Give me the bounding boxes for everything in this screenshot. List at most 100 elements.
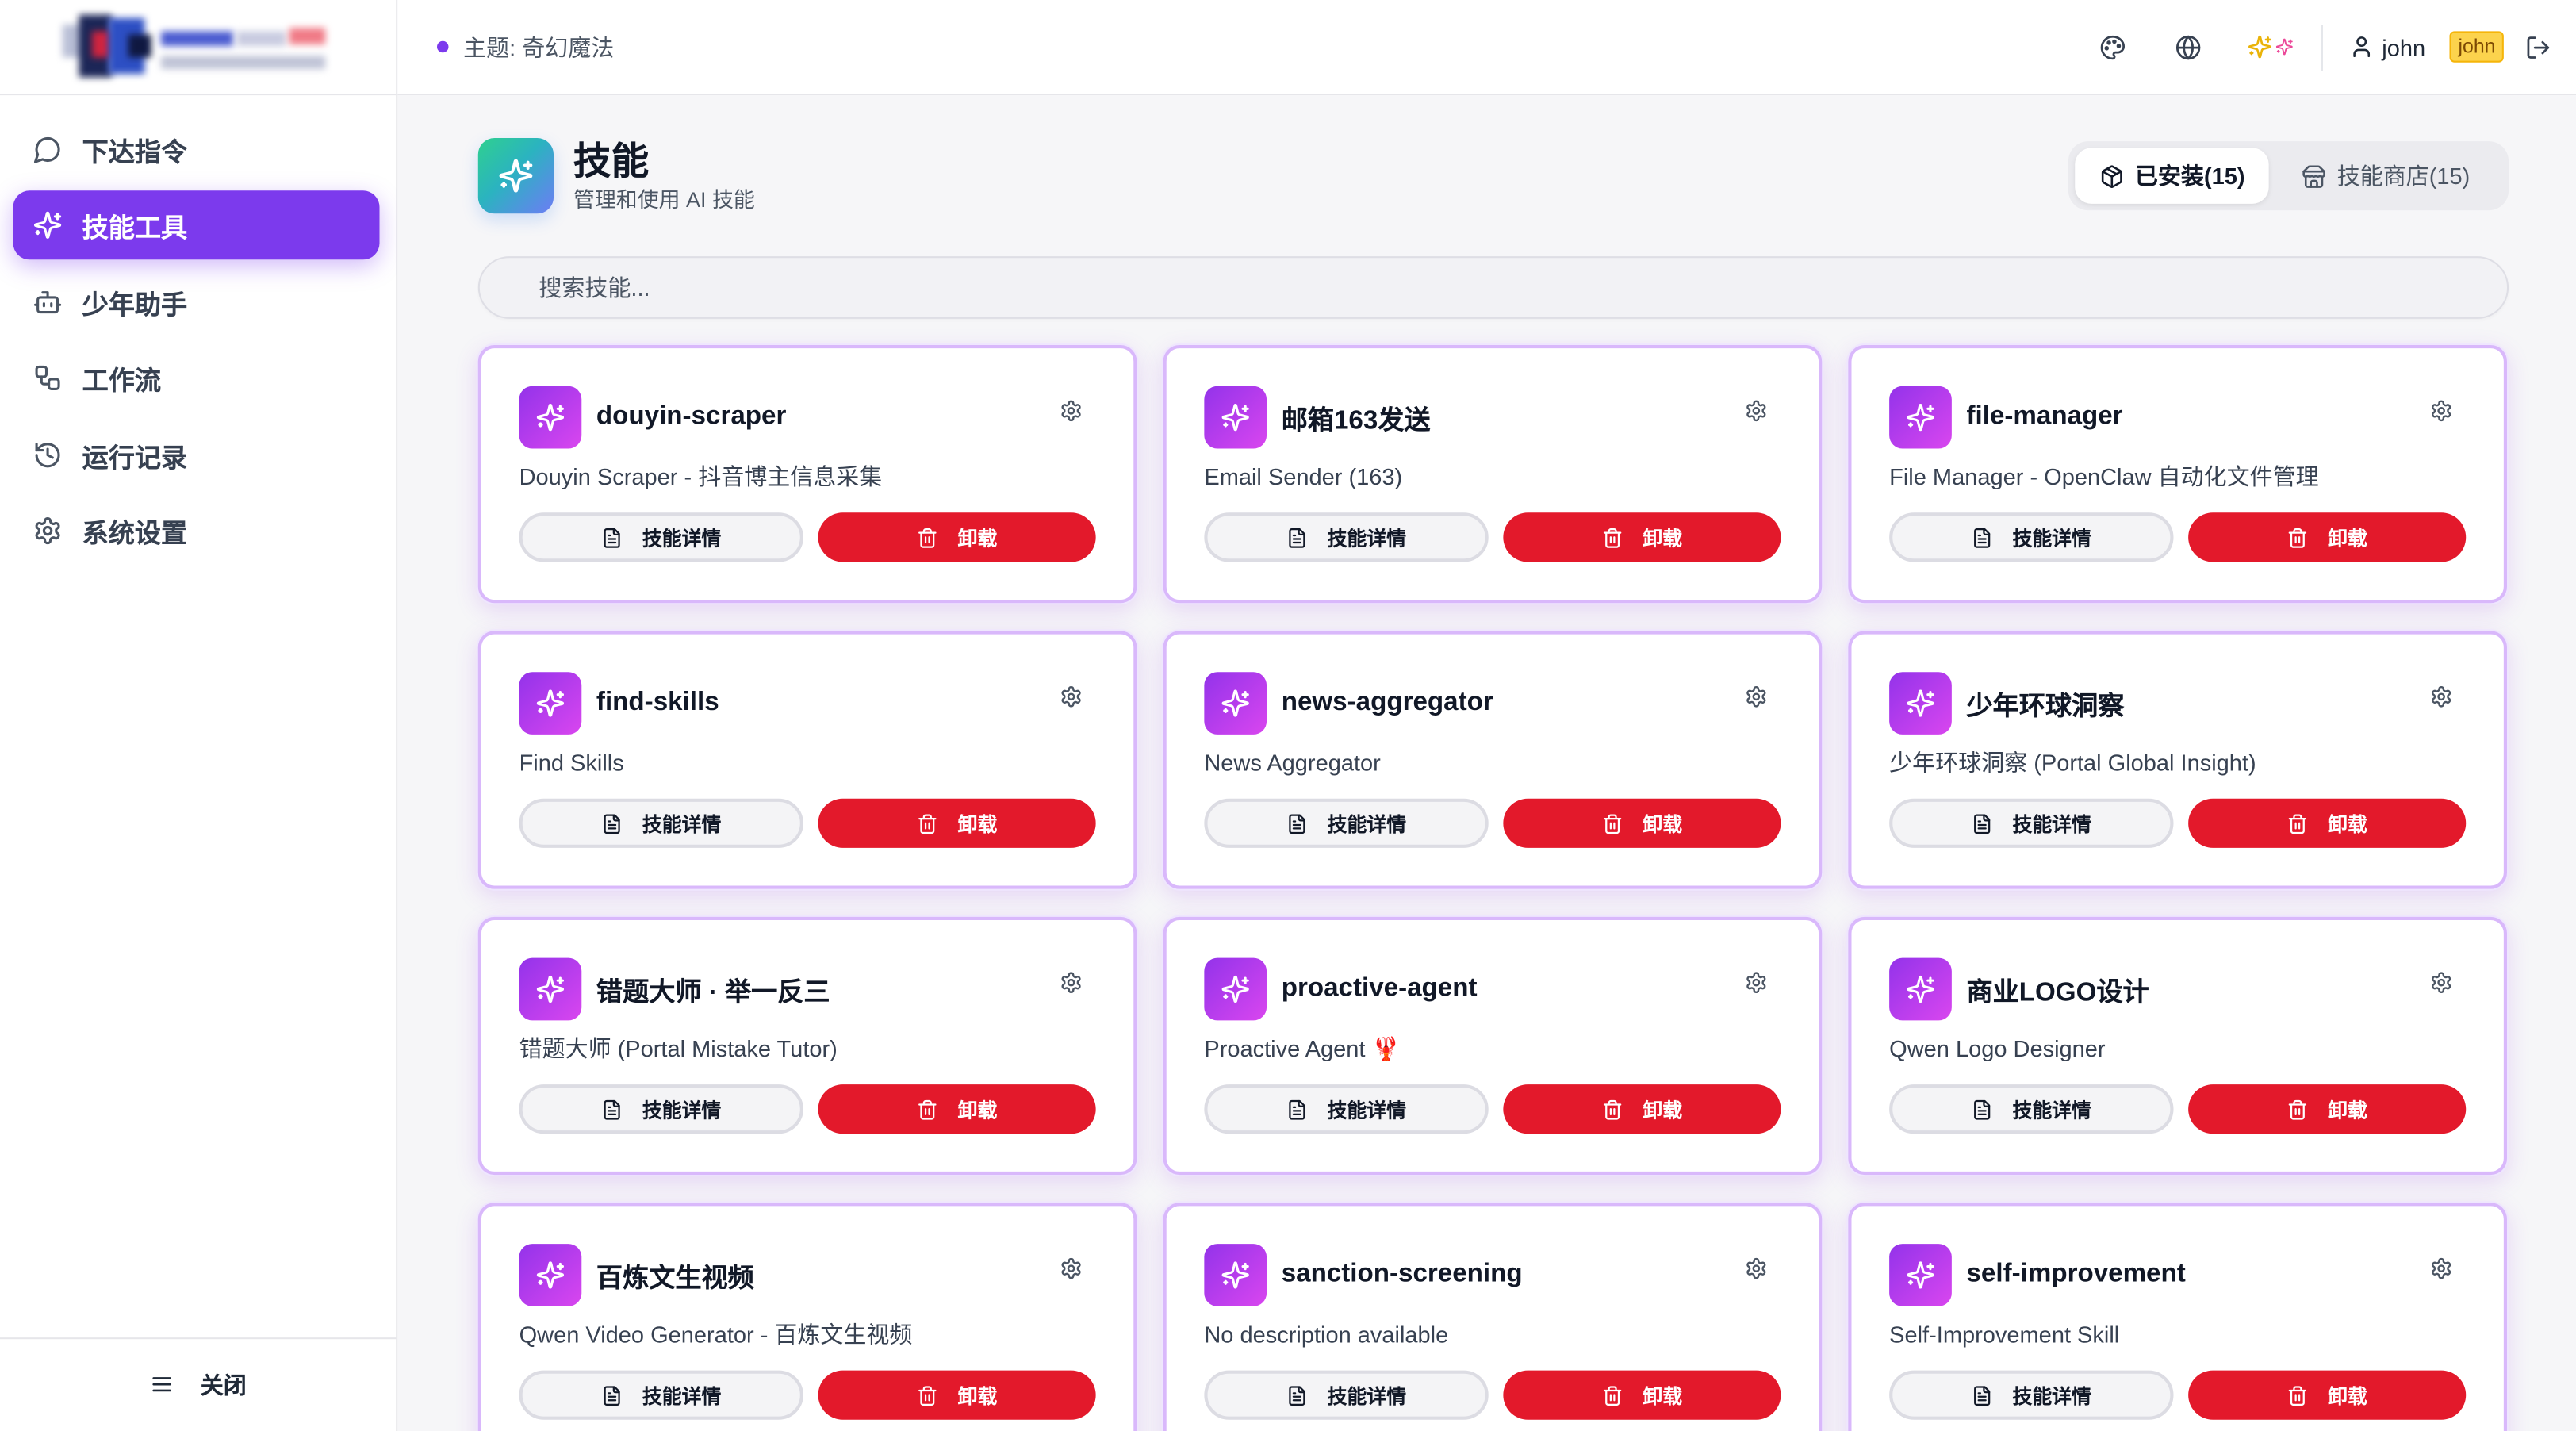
file-text-icon: [1286, 1384, 1308, 1406]
skill-settings-button[interactable]: [1740, 966, 1773, 999]
uninstall-button[interactable]: 卸载: [1503, 798, 1781, 848]
skill-icon-badge: [1889, 386, 1952, 449]
skill-card[interactable]: news-aggregator News Aggregator 技能详情 卸载: [1163, 631, 1823, 889]
skill-detail-button[interactable]: 技能详情: [519, 798, 803, 848]
skill-card-actions: 技能详情 卸载: [519, 1370, 1096, 1420]
uninstall-button[interactable]: 卸载: [2188, 512, 2467, 562]
trash-icon: [2287, 812, 2308, 834]
skill-detail-button[interactable]: 技能详情: [1204, 1370, 1489, 1420]
skill-detail-label: 技能详情: [642, 526, 722, 550]
skill-detail-button[interactable]: 技能详情: [519, 512, 803, 562]
uninstall-button[interactable]: 卸载: [2188, 798, 2467, 848]
page-title-group: 技能 管理和使用 AI 技能: [477, 138, 755, 217]
uninstall-label: 卸载: [2328, 526, 2367, 550]
sidebar-item-label: 工作流: [82, 368, 162, 397]
sidebar-item-youth-assistant[interactable]: 少年助手: [13, 267, 380, 336]
skill-settings-button[interactable]: [1055, 1252, 1087, 1284]
skill-card[interactable]: self-improvement Self-Improvement Skill 技能…: [1848, 1203, 2507, 1431]
effects-button[interactable]: [2237, 21, 2303, 73]
skill-card[interactable]: 错题大师 · 举一反三 错题大师 (Portal Mistake Tutor) 技能…: [477, 916, 1137, 1176]
skill-detail-label: 技能详情: [642, 812, 722, 836]
skill-detail-button[interactable]: 技能详情: [1889, 512, 2174, 562]
skill-detail-button[interactable]: 技能详情: [1204, 1084, 1489, 1134]
skill-card[interactable]: 百炼文生视频 Qwen Video Generator - 百炼文生视频 技能详情 卸…: [477, 1203, 1137, 1431]
uninstall-label: 卸载: [2328, 812, 2367, 836]
search-input[interactable]: [479, 258, 2507, 317]
skill-card[interactable]: 商业LOGO设计 Qwen Logo Designer 技能详情 卸载: [1848, 916, 2507, 1176]
brand-logo[interactable]: [56, 12, 332, 84]
skill-card-actions: 技能详情 卸载: [1204, 1370, 1781, 1420]
skill-card[interactable]: proactive-agent Proactive Agent 🦞 技能详情 卸载: [1163, 916, 1823, 1176]
page-subtitle: 管理和使用 AI 技能: [573, 187, 755, 213]
language-button[interactable]: [2162, 21, 2214, 73]
skill-detail-button[interactable]: 技能详情: [519, 1370, 803, 1420]
skills-tabs: 已安装(15) 技能商店(15): [2068, 141, 2509, 211]
skill-icon-badge: [519, 957, 582, 1021]
tab-skill-store[interactable]: 技能商店(15): [2269, 148, 2502, 203]
skill-detail-button[interactable]: 技能详情: [519, 1084, 803, 1134]
uninstall-button[interactable]: 卸载: [1503, 1084, 1781, 1134]
skill-card[interactable]: douyin-scraper Douyin Scraper - 抖音博主信息采集技…: [477, 345, 1137, 604]
sidebar-nav: 下达指令 技能工具 少年助手 工作流 运行记录 系统设置: [0, 95, 396, 1337]
uninstall-label: 卸载: [957, 812, 998, 836]
tab-installed[interactable]: 已安装(15): [2075, 148, 2269, 204]
skill-card[interactable]: find-skills Find Skills 技能详情 卸载: [477, 631, 1137, 889]
skill-settings-button[interactable]: [2425, 681, 2457, 713]
uninstall-button[interactable]: 卸载: [818, 512, 1096, 562]
skill-detail-button[interactable]: 技能详情: [1889, 1084, 2174, 1134]
skill-name: 商业LOGO设计: [1966, 979, 2149, 1007]
skill-detail-button[interactable]: 技能详情: [1204, 512, 1489, 562]
skill-detail-button[interactable]: 技能详情: [1889, 1370, 2174, 1420]
skill-card[interactable]: 少年环球洞察 少年环球洞察 (Portal Global Insight) 技能详情…: [1848, 631, 2507, 889]
theme-palette-button[interactable]: [2086, 21, 2138, 73]
sidebar-item-run-history[interactable]: 运行记录: [13, 420, 380, 489]
skill-card-actions: 技能详情 卸载: [1889, 798, 2467, 848]
history-icon: [33, 439, 62, 469]
skill-detail-button[interactable]: 技能详情: [1204, 798, 1489, 848]
skill-settings-button[interactable]: [2425, 1252, 2457, 1284]
skill-card[interactable]: file-manager File Manager - OpenClaw 自动化文…: [1848, 345, 2507, 604]
app-window: 下达指令 技能工具 少年助手 工作流 运行记录 系统设置 关闭 主题: 奇幻魔法…: [0, 0, 2576, 1431]
skill-name: find-skills: [596, 688, 719, 717]
uninstall-button[interactable]: 卸载: [2188, 1370, 2467, 1420]
skill-settings-button[interactable]: [1740, 681, 1773, 713]
uninstall-button[interactable]: 卸载: [818, 1370, 1096, 1420]
sidebar-item-label: 系统设置: [82, 520, 188, 549]
uninstall-button[interactable]: 卸载: [818, 798, 1096, 848]
sidebar-item-skill-tools[interactable]: 技能工具: [13, 191, 380, 261]
skill-card[interactable]: 邮箱163发送 Email Sender (163) 技能详情 卸载: [1163, 345, 1823, 604]
skill-name: 百炼文生视频: [596, 1265, 754, 1294]
settings-icon: [33, 516, 62, 545]
close-sidebar-button[interactable]: 关闭: [150, 1368, 247, 1401]
top-bar-actions: john john: [2086, 21, 2551, 73]
logout-button[interactable]: [2525, 33, 2551, 59]
uninstall-button[interactable]: 卸载: [818, 1084, 1096, 1134]
skill-settings-button[interactable]: [1740, 394, 1773, 427]
user-menu[interactable]: john: [2349, 33, 2425, 60]
sidebar-item-system-settings[interactable]: 系统设置: [13, 496, 380, 565]
sparkles-icon: [1221, 689, 1250, 718]
sparkles-icon: [2275, 38, 2294, 56]
skill-card-actions: 技能详情 卸载: [1889, 1370, 2467, 1420]
skill-card[interactable]: sanction-screening No description availab…: [1163, 1203, 1823, 1431]
skill-name: 邮箱163发送: [1281, 407, 1431, 435]
skill-settings-button[interactable]: [1055, 966, 1087, 999]
skill-settings-button[interactable]: [2425, 394, 2457, 427]
skill-card-header: proactive-agent: [1204, 957, 1781, 1021]
trash-icon: [2287, 527, 2308, 548]
uninstall-button[interactable]: 卸载: [1503, 512, 1781, 562]
uninstall-button[interactable]: 卸载: [2188, 1084, 2467, 1134]
sparkles-icon: [535, 1260, 565, 1290]
sparkles-icon: [33, 211, 62, 240]
skill-settings-button[interactable]: [1055, 681, 1087, 713]
skill-settings-button[interactable]: [2425, 966, 2457, 999]
skill-detail-button[interactable]: 技能详情: [1889, 798, 2174, 848]
gear-icon: [2430, 685, 2453, 708]
uninstall-button[interactable]: 卸载: [1503, 1370, 1781, 1420]
skill-settings-button[interactable]: [1055, 394, 1087, 427]
sidebar-item-commands[interactable]: 下达指令: [13, 115, 380, 184]
skill-settings-button[interactable]: [1740, 1252, 1773, 1284]
trash-icon: [2287, 1384, 2308, 1406]
gear-icon: [1060, 971, 1083, 994]
sidebar-item-workflow[interactable]: 工作流: [13, 343, 380, 412]
